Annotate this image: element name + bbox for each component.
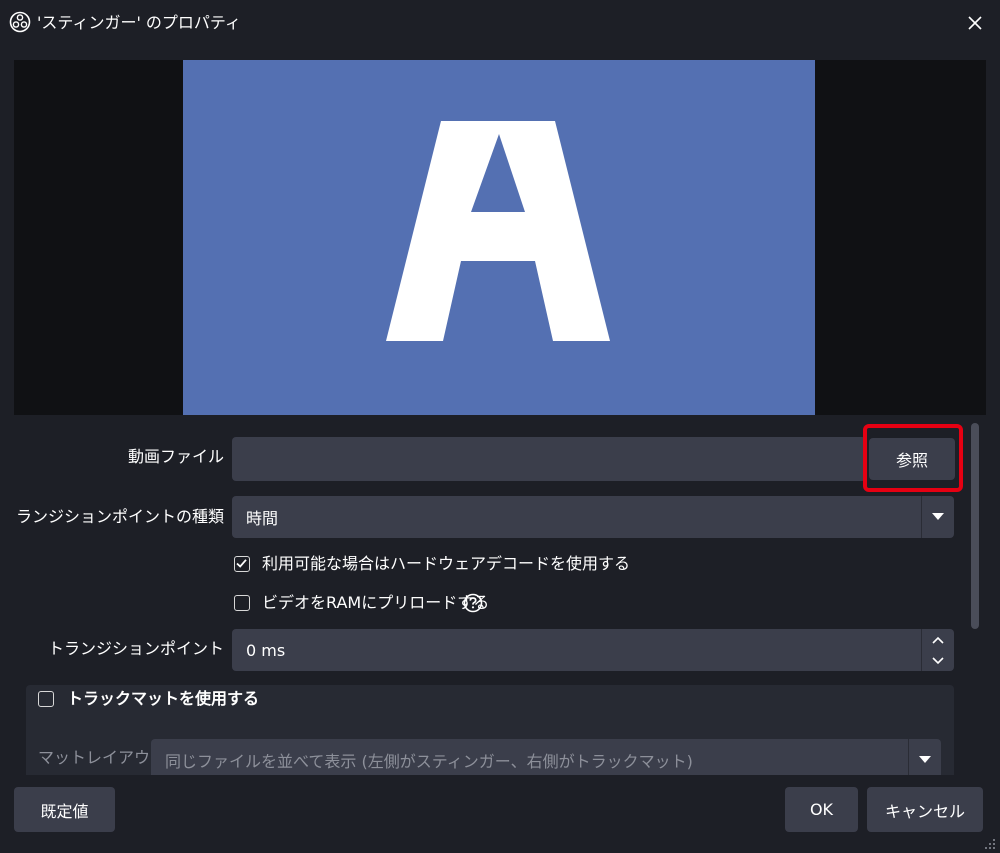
transition-point-input[interactable]: 0 ms [232, 629, 954, 671]
cancel-label: キャンセル [884, 801, 965, 821]
transition-point-value: 0 ms [246, 640, 286, 660]
matte-layout-label: マットレイアウト [38, 748, 167, 767]
matte-layout-value: 同じファイルを並べて表示 (左側がスティンガー、右側がトラックマット) [165, 752, 693, 771]
properties-form: 動画ファイル 参照 トランジションポイントの種類 時間 利用可能な場合はハードウ… [14, 423, 966, 775]
hw-decode-label: 利用可能な場合はハードウェアデコードを使用する [262, 554, 631, 573]
ok-button[interactable]: OK [785, 787, 858, 832]
transition-point-type-label: トランジションポイントの種類 [14, 507, 224, 526]
letter-a-graphic [386, 121, 610, 341]
transition-point-type-select[interactable]: 時間 [232, 496, 954, 538]
checkmark-icon [236, 559, 247, 568]
transition-point-type-value: 時間 [246, 509, 279, 528]
defaults-label: 既定値 [40, 801, 89, 821]
preview-image: A [183, 60, 815, 415]
highlight-annotation [863, 424, 963, 492]
ok-label: OK [809, 800, 834, 819]
chevron-down-icon [932, 513, 944, 520]
close-icon [968, 16, 982, 30]
track-matte-label: トラックマットを使用する [67, 689, 260, 708]
cancel-button[interactable]: キャンセル [867, 787, 983, 832]
matte-dropdown-button[interactable] [908, 739, 941, 775]
scrollbar[interactable] [968, 423, 982, 775]
title-bar: 'スティンガー' のプロパティ [0, 0, 1000, 46]
dropdown-button[interactable] [921, 496, 954, 538]
chevron-down-icon [932, 656, 944, 664]
matte-layout-select[interactable]: 同じファイルを並べて表示 (左側がスティンガー、右側がトラックマット) [151, 739, 941, 775]
window-title: 'スティンガー' のプロパティ [37, 13, 241, 32]
video-file-input[interactable] [232, 437, 866, 481]
scrollbar-thumb[interactable] [971, 423, 979, 629]
chevron-down-icon [919, 756, 931, 763]
preload-ram-label: ビデオをRAMにプリロードする [262, 593, 490, 612]
help-icon[interactable] [463, 593, 483, 613]
chevron-up-icon [932, 636, 944, 644]
spinner [921, 629, 954, 671]
video-file-label: 動画ファイル [127, 447, 224, 466]
track-matte-group: トラックマットを使用する マットレイアウト 同じファイルを並べて表示 (左側がス… [26, 685, 954, 775]
track-matte-checkbox[interactable] [38, 691, 54, 707]
transition-point-label: トランジションポイント [47, 639, 224, 658]
spin-up-button[interactable] [922, 629, 954, 650]
preload-ram-checkbox[interactable] [234, 595, 250, 611]
obs-logo-icon [9, 11, 31, 33]
defaults-button[interactable]: 既定値 [14, 787, 115, 832]
hw-decode-checkbox[interactable] [234, 556, 250, 572]
spin-down-button[interactable] [922, 650, 954, 671]
preview-area: A [14, 60, 986, 415]
close-button[interactable] [958, 6, 992, 40]
resize-grip-icon[interactable] [984, 838, 996, 850]
